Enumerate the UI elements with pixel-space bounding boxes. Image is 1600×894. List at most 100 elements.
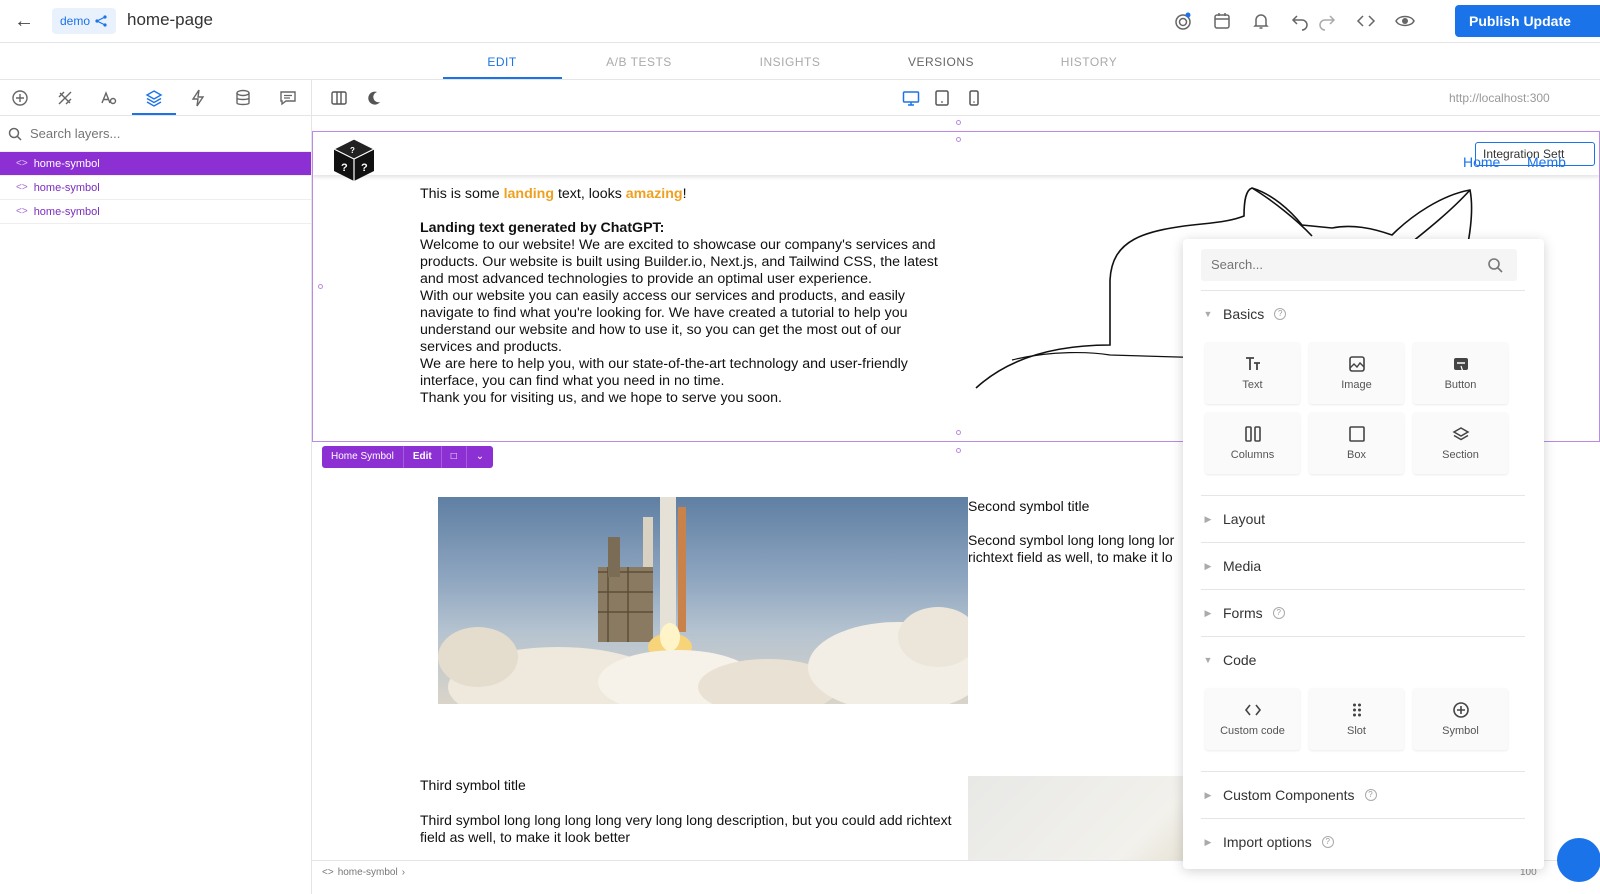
space-chip[interactable]: demo	[52, 8, 117, 34]
layer-item[interactable]: <> home-symbol	[0, 152, 311, 176]
publish-update-button[interactable]: Publish Update	[1455, 5, 1600, 37]
intro-text: This is some	[420, 186, 504, 202]
section-code[interactable]: ▼ Code	[1203, 652, 1257, 668]
resize-handle[interactable]	[318, 284, 323, 289]
columns-icon	[1244, 426, 1261, 442]
dice-logo-icon: ? ? ?	[332, 138, 376, 181]
tab-insights[interactable]: INSIGHTS	[730, 55, 850, 69]
page-name[interactable]: home-page	[127, 10, 213, 30]
block-custom-code[interactable]: Custom code	[1205, 688, 1300, 750]
drag-dots-icon	[1352, 703, 1361, 717]
style-tools-icon[interactable]	[55, 88, 75, 108]
block-slot[interactable]: Slot	[1309, 688, 1404, 750]
database-icon[interactable]	[233, 88, 253, 108]
target-icon[interactable]	[1170, 8, 1196, 34]
intro-text: text, looks	[554, 186, 626, 202]
layer-label: home-symbol	[33, 157, 100, 170]
comment-icon[interactable]: □	[442, 446, 467, 468]
layer-label: home-symbol	[33, 205, 100, 218]
back-arrow-icon[interactable]: ←	[12, 10, 36, 34]
typography-icon[interactable]	[99, 88, 119, 108]
section-icon	[1451, 427, 1470, 441]
section-title: Basics	[1223, 306, 1265, 322]
chevron-right-icon: ▶	[1204, 836, 1212, 847]
section-layout[interactable]: ▶ Layout	[1203, 511, 1266, 527]
tab-ab-tests[interactable]: A/B TESTS	[579, 55, 699, 69]
rocket-launch-image[interactable]	[438, 497, 968, 704]
redo-icon[interactable]	[1314, 8, 1340, 34]
layer-search	[0, 116, 311, 152]
tab-versions[interactable]: VERSIONS	[881, 55, 1001, 69]
undo-icon[interactable]	[1287, 8, 1313, 34]
resize-handle[interactable]	[956, 448, 961, 453]
layer-search-input[interactable]	[30, 126, 290, 141]
tab-history[interactable]: HISTORY	[1029, 55, 1149, 69]
block-label: Box	[1347, 449, 1366, 461]
help-icon[interactable]: ?	[1321, 836, 1334, 848]
help-icon[interactable]: ?	[1364, 789, 1377, 801]
resize-handle[interactable]	[956, 137, 961, 142]
schedule-icon[interactable]	[1209, 8, 1235, 34]
help-chat-button[interactable]	[1557, 838, 1600, 882]
hero-text[interactable]: This is some landing text, looks amazing…	[420, 186, 950, 407]
insert-search-input[interactable]	[1211, 257, 1471, 272]
bell-icon[interactable]	[1248, 8, 1274, 34]
svg-text:?: ?	[361, 162, 368, 174]
top-icons	[1170, 8, 1431, 34]
resize-handle[interactable]	[956, 120, 961, 125]
tablet-icon[interactable]	[932, 88, 952, 108]
code-icon: <>	[16, 158, 28, 169]
block-box[interactable]: Box	[1309, 412, 1404, 474]
section-forms[interactable]: ▶ Forms ?	[1203, 605, 1285, 621]
block-button[interactable]: Button	[1413, 342, 1508, 404]
third-symbol-title[interactable]: Third symbol title	[420, 777, 526, 793]
desktop-icon[interactable]	[901, 88, 921, 108]
tab-edit[interactable]: EDIT	[442, 55, 562, 69]
symbol-edit-button[interactable]: Edit	[404, 446, 442, 468]
block-columns[interactable]: Columns	[1205, 412, 1300, 474]
block-image[interactable]: Image	[1309, 342, 1404, 404]
nav-members-link[interactable]: Memb	[1527, 154, 1566, 170]
code-icon[interactable]	[1353, 8, 1379, 34]
comment-icon[interactable]	[278, 88, 298, 108]
block-text[interactable]: Text	[1205, 342, 1300, 404]
mobile-icon[interactable]	[964, 88, 984, 108]
resize-handle[interactable]	[956, 430, 961, 435]
chevron-down-icon: ▼	[1203, 655, 1213, 665]
generated-title: Landing text generated by ChatGPT:	[420, 220, 665, 236]
block-label: Custom code	[1220, 725, 1285, 737]
dark-mode-icon[interactable]	[364, 88, 384, 108]
symbol-name[interactable]: Home Symbol	[322, 446, 404, 468]
chevron-right-icon: ▶	[1204, 513, 1212, 524]
sidebar-tabs	[0, 80, 311, 116]
block-section[interactable]: Section	[1413, 412, 1508, 474]
code-icon: <>	[322, 867, 334, 878]
lightning-icon[interactable]	[188, 88, 208, 108]
section-import-options[interactable]: ▶ Import options ?	[1203, 834, 1334, 850]
block-symbol[interactable]: Symbol	[1413, 688, 1508, 750]
split-view-icon[interactable]	[329, 88, 349, 108]
eye-icon[interactable]	[1392, 8, 1418, 34]
divider	[1201, 771, 1525, 772]
preview-url[interactable]: http://localhost:300	[1449, 91, 1550, 105]
help-icon[interactable]: ?	[1274, 308, 1287, 320]
second-symbol-title[interactable]: Second symbol title	[968, 498, 1089, 514]
third-symbol-desc[interactable]: Third symbol long long long long very lo…	[420, 812, 960, 846]
nav-home-link[interactable]: Home	[1463, 154, 1500, 170]
chevron-down-icon: ▼	[1203, 309, 1213, 319]
section-custom-components[interactable]: ▶ Custom Components ?	[1203, 787, 1377, 803]
section-basics[interactable]: ▼ Basics ?	[1203, 306, 1287, 322]
block-label: Columns	[1230, 449, 1275, 461]
add-icon[interactable]	[10, 88, 30, 108]
sidebar-tab-indicator	[132, 113, 176, 115]
layer-item[interactable]: <> home-symbol	[0, 176, 311, 200]
section-title: Layout	[1223, 511, 1266, 527]
chevron-right-icon: ›	[401, 867, 406, 878]
chevron-down-icon[interactable]: ⌄	[467, 446, 493, 468]
breadcrumb[interactable]: <> home-symbol ›	[322, 867, 405, 878]
layer-item[interactable]: <> home-symbol	[0, 200, 311, 224]
section-media[interactable]: ▶ Media	[1203, 558, 1262, 574]
help-icon[interactable]: ?	[1272, 607, 1285, 619]
chevron-right-icon: ▶	[1204, 607, 1212, 618]
layers-icon[interactable]	[144, 88, 164, 108]
